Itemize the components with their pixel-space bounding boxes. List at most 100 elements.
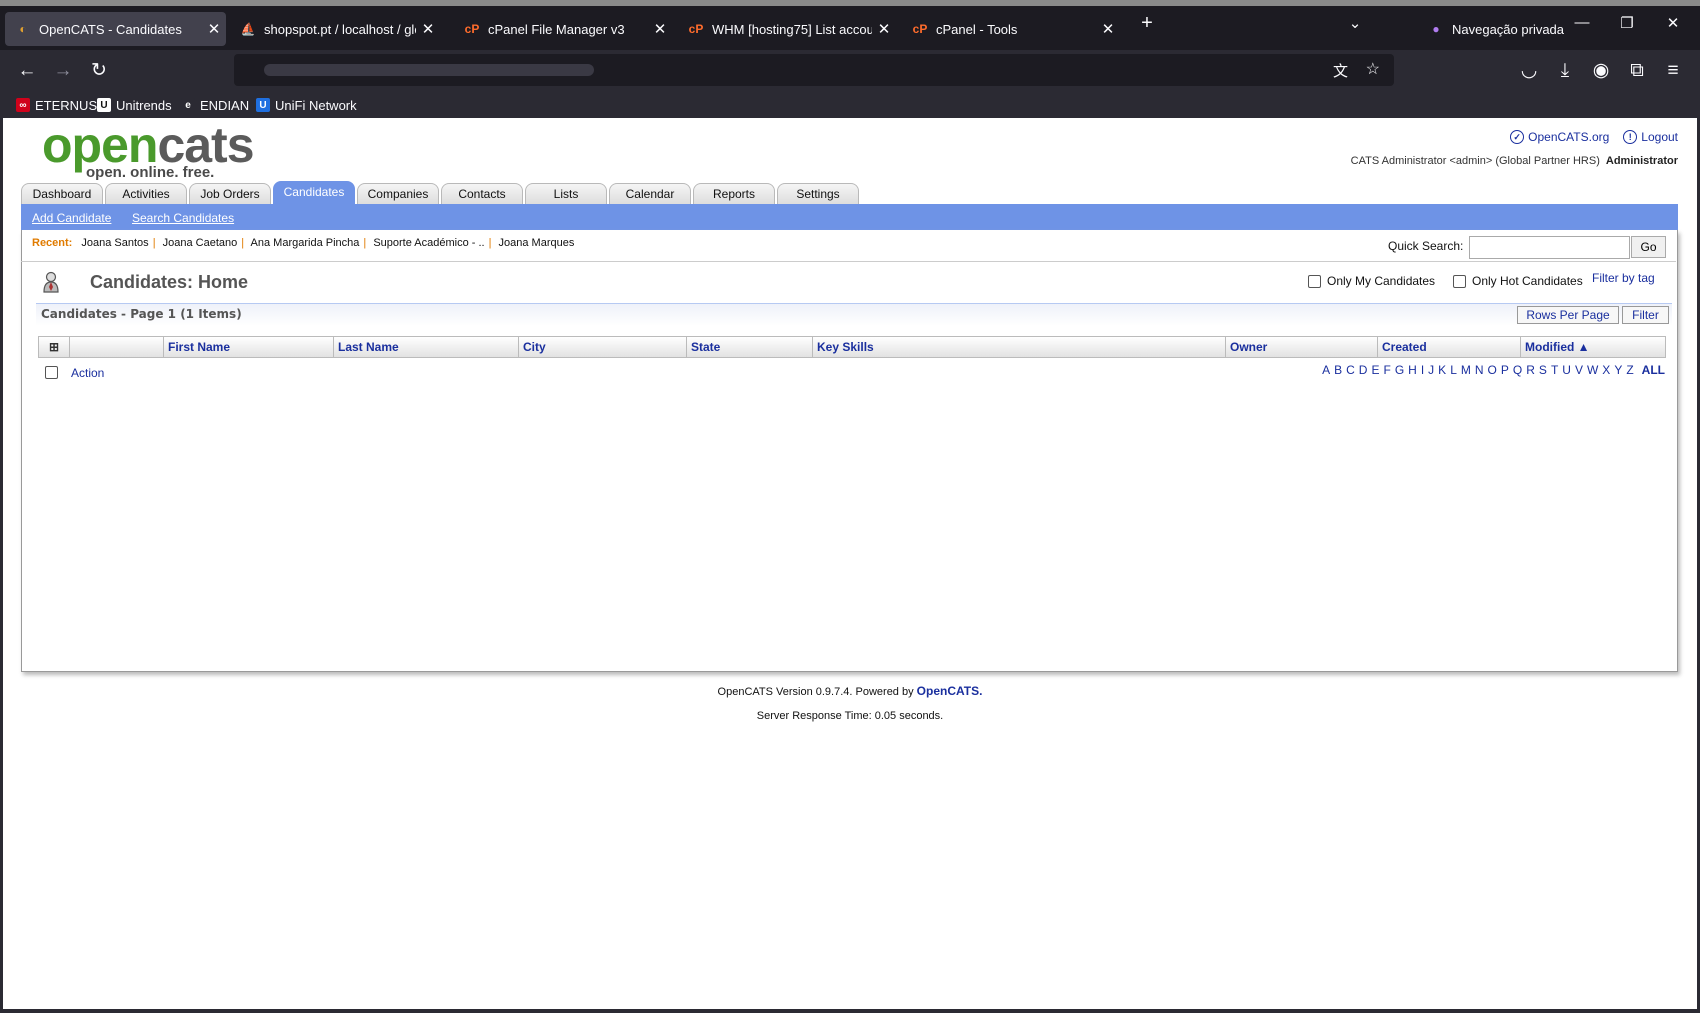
close-icon[interactable]: ✕ — [872, 20, 896, 38]
letter-link[interactable]: R — [1526, 363, 1535, 377]
tab-list-chevron-down-icon[interactable]: ⌄ — [1340, 14, 1370, 32]
user-info: CATS Administrator <admin> (Global Partn… — [1351, 155, 1678, 167]
letter-link[interactable]: S — [1539, 363, 1547, 377]
menu-icon[interactable]: ≡ — [1661, 60, 1685, 82]
bookmark-endian[interactable]: e ENDIAN — [181, 96, 249, 114]
window-close-icon[interactable]: ✕ — [1658, 14, 1688, 32]
go-button[interactable]: Go — [1631, 236, 1666, 258]
column-key-skills[interactable]: Key Skills — [812, 337, 1225, 357]
filter-by-tag-link[interactable]: Filter by tag — [1592, 271, 1655, 285]
column-owner[interactable]: Owner — [1225, 337, 1377, 357]
extensions-icon[interactable]: ⧉ — [1625, 60, 1649, 82]
pocket-icon[interactable]: ◡ — [1517, 60, 1541, 82]
letter-link[interactable]: N — [1475, 363, 1484, 377]
filter-button[interactable]: Filter — [1622, 306, 1669, 324]
quick-search-input[interactable] — [1469, 236, 1630, 259]
recent-item[interactable]: Suporte Académico - .. — [373, 237, 484, 249]
tab-lists[interactable]: Lists — [525, 183, 607, 205]
tab-dashboard[interactable]: Dashboard — [21, 183, 103, 205]
letter-link[interactable]: F — [1383, 363, 1390, 377]
tab-title: cPanel - Tools — [936, 21, 1018, 37]
back-icon[interactable]: ← — [15, 60, 39, 82]
account-icon[interactable]: ◉ — [1589, 60, 1613, 82]
logout-link[interactable]: ! Logout — [1623, 130, 1678, 144]
letter-link[interactable]: V — [1575, 363, 1583, 377]
letter-link[interactable]: X — [1602, 363, 1610, 377]
restore-icon[interactable]: ❐ — [1612, 14, 1642, 32]
column-city[interactable]: City — [518, 337, 686, 357]
only-hot-candidates-checkbox[interactable] — [1453, 275, 1466, 288]
tab-job-orders[interactable]: Job Orders — [189, 183, 271, 205]
letter-link[interactable]: M — [1461, 363, 1471, 377]
translate-icon[interactable]: 文 — [1333, 60, 1348, 81]
tab-calendar[interactable]: Calendar — [609, 183, 691, 205]
action-link[interactable]: Action — [71, 366, 104, 380]
tab-activities[interactable]: Activities — [105, 183, 187, 205]
column-chooser-icon[interactable]: ⊞ — [39, 337, 69, 357]
column-modified[interactable]: Modified ▲ — [1520, 337, 1665, 357]
search-candidates-link[interactable]: Search Candidates — [132, 211, 234, 225]
select-all-checkbox[interactable] — [45, 366, 58, 379]
recent-separator: | — [363, 237, 367, 249]
recent-item[interactable]: Ana Margarida Pincha — [251, 237, 360, 249]
letter-link[interactable]: W — [1587, 363, 1598, 377]
tab-companies[interactable]: Companies — [357, 183, 439, 205]
url-bar[interactable]: 文 ☆ — [234, 54, 1394, 86]
forward-icon[interactable]: → — [51, 60, 75, 82]
letter-link[interactable]: J — [1428, 363, 1434, 377]
browser-tab-opencats[interactable]: ◐ OpenCATS - Candidates ✕ — [5, 12, 226, 46]
browser-tab-phpmyadmin[interactable]: ⛵ shopspot.pt / localhost / global ✕ — [230, 12, 440, 46]
letter-link[interactable]: Q — [1513, 363, 1522, 377]
private-mask-icon: ● — [1432, 22, 1440, 36]
letter-link[interactable]: I — [1421, 363, 1424, 377]
letter-link[interactable]: L — [1450, 363, 1457, 377]
close-icon[interactable]: ✕ — [648, 20, 672, 38]
letter-link[interactable]: B — [1334, 363, 1342, 377]
letter-link[interactable]: O — [1488, 363, 1497, 377]
browser-tab-whm[interactable]: cP WHM [hosting75] List accounts ✕ — [678, 12, 896, 46]
letter-link[interactable]: C — [1346, 363, 1355, 377]
letter-link[interactable]: Z — [1626, 363, 1633, 377]
all-letters-link[interactable]: ALL — [1642, 363, 1665, 377]
tab-settings[interactable]: Settings — [777, 183, 859, 205]
letter-link[interactable]: E — [1371, 363, 1379, 377]
tab-candidates[interactable]: Candidates — [273, 181, 355, 206]
browser-tab-cpanel-tools[interactable]: cP cPanel - Tools ✕ — [902, 12, 1120, 46]
column-created[interactable]: Created — [1377, 337, 1520, 357]
column-state[interactable]: State — [686, 337, 812, 357]
column-first-name[interactable]: First Name — [163, 337, 333, 357]
bookmark-unifi[interactable]: U UniFi Network — [256, 96, 357, 114]
powered-by-link[interactable]: OpenCATS. — [917, 684, 983, 698]
rows-per-page-button[interactable]: Rows Per Page — [1517, 306, 1619, 324]
download-icon[interactable]: ⤓ — [1553, 60, 1577, 82]
letter-link[interactable]: H — [1408, 363, 1417, 377]
new-tab-icon[interactable]: + — [1132, 12, 1162, 35]
letter-link[interactable]: U — [1562, 363, 1571, 377]
close-icon[interactable]: ✕ — [1096, 20, 1120, 38]
tab-contacts[interactable]: Contacts — [441, 183, 523, 205]
only-my-candidates-checkbox[interactable] — [1308, 275, 1321, 288]
bookmark-unitrends[interactable]: U Unitrends — [97, 96, 172, 114]
letter-link[interactable]: K — [1438, 363, 1446, 377]
recent-item[interactable]: Joana Marques — [499, 237, 575, 249]
column-last-name[interactable]: Last Name — [333, 337, 518, 357]
letter-link[interactable]: T — [1551, 363, 1558, 377]
letter-link[interactable]: A — [1322, 363, 1330, 377]
minimize-icon[interactable]: — — [1567, 14, 1597, 31]
close-icon[interactable]: ✕ — [202, 20, 226, 38]
letter-link[interactable]: G — [1395, 363, 1404, 377]
letter-link[interactable]: D — [1359, 363, 1368, 377]
reload-icon[interactable]: ↻ — [87, 60, 111, 82]
add-candidate-link[interactable]: Add Candidate — [32, 211, 111, 225]
close-icon[interactable]: ✕ — [416, 20, 440, 38]
recent-item[interactable]: Joana Caetano — [163, 237, 238, 249]
recent-item[interactable]: Joana Santos — [81, 237, 148, 249]
opencats-org-link[interactable]: ✓ OpenCATS.org — [1510, 130, 1609, 144]
letter-link[interactable]: Y — [1614, 363, 1622, 377]
opencats-logo[interactable]: opencats open. online. free. — [42, 120, 255, 181]
browser-tab-cpanel-fm[interactable]: cP cPanel File Manager v3 ✕ — [454, 12, 672, 46]
bookmark-star-icon[interactable]: ☆ — [1366, 59, 1380, 79]
bookmark-eternus[interactable]: ∞ ETERNUS — [16, 96, 97, 114]
letter-link[interactable]: P — [1501, 363, 1509, 377]
tab-reports[interactable]: Reports — [693, 183, 775, 205]
